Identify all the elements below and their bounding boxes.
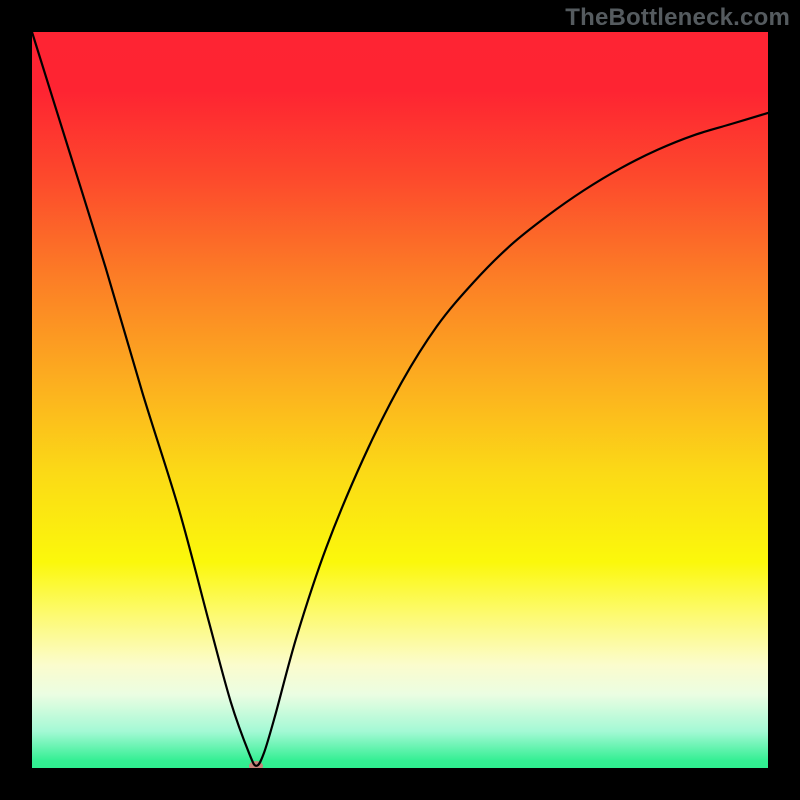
curve-path xyxy=(32,32,768,766)
watermark-text: TheBottleneck.com xyxy=(565,4,790,32)
plot-area xyxy=(32,32,768,768)
bottleneck-curve xyxy=(32,32,768,768)
chart-frame: TheBottleneck.com xyxy=(0,0,800,800)
